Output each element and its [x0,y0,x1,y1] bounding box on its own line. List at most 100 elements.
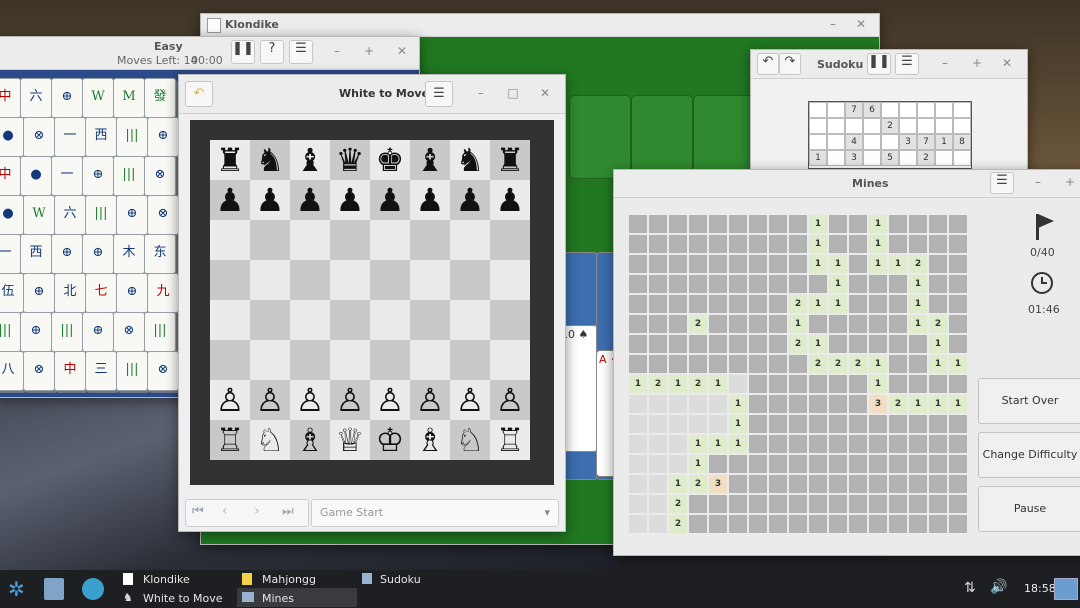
chess-square[interactable] [290,260,330,300]
pause-button[interactable]: ❚❚ [867,53,891,75]
mine-cell[interactable] [769,275,787,293]
mahjongg-tile[interactable]: ||| [85,195,117,235]
mine-cell[interactable] [829,375,847,393]
mahjongg-tile[interactable]: 中 [0,78,21,118]
sudoku-cell[interactable]: 7 [845,102,863,118]
mine-cell[interactable] [909,355,927,373]
sudoku-cell[interactable] [953,118,971,134]
chess-square[interactable]: ♙ [490,380,530,420]
mine-cell[interactable]: 2 [829,355,847,373]
mine-cell[interactable] [729,215,747,233]
chess-square[interactable] [330,260,370,300]
chess-square[interactable] [210,260,250,300]
sudoku-cell[interactable] [827,134,845,150]
mine-cell[interactable] [649,335,667,353]
taskbar-item-mines-active[interactable] [237,588,357,607]
mine-cell[interactable] [669,415,687,433]
mahjongg-tile[interactable]: 西 [20,234,52,274]
mine-cell[interactable] [729,515,747,533]
mahjongg-tile[interactable]: ⊗ [147,195,179,235]
mine-cell[interactable] [789,255,807,273]
mine-cell[interactable] [769,495,787,513]
mahjongg-tile[interactable]: ⊗ [23,351,55,391]
mine-cell[interactable] [769,375,787,393]
mahjongg-tile[interactable]: 中 [54,351,86,391]
mine-cell[interactable] [709,295,727,313]
chess-square[interactable]: ♚ [370,140,410,180]
mine-cell[interactable] [769,295,787,313]
mahjongg-tile[interactable]: ⊗ [147,351,179,391]
chess-square[interactable] [330,340,370,380]
mine-cell[interactable]: 1 [909,315,927,333]
mahjongg-tile[interactable]: ||| [0,312,21,352]
mine-cell[interactable] [929,495,947,513]
menu-button[interactable]: ☰ [289,40,313,64]
chess-square[interactable] [490,300,530,340]
sudoku-cell[interactable] [881,134,899,150]
mine-cell[interactable] [669,295,687,313]
chess-square[interactable] [330,300,370,340]
mine-cell[interactable]: 1 [729,435,747,453]
sudoku-cell[interactable] [935,102,953,118]
sudoku-cell[interactable] [917,118,935,134]
sudoku-cell[interactable]: 7 [917,134,935,150]
mine-cell[interactable] [709,215,727,233]
mine-cell[interactable] [809,455,827,473]
mahjongg-tile[interactable]: ⊕ [23,273,55,313]
mine-cell[interactable] [629,275,647,293]
mine-cell[interactable]: 2 [689,375,707,393]
mine-cell[interactable] [669,215,687,233]
chess-square[interactable] [210,220,250,260]
mahjongg-tile[interactable]: ||| [113,156,145,196]
mahjongg-tile[interactable]: ||| [51,312,83,352]
mine-cell[interactable]: 2 [909,255,927,273]
mine-cell[interactable] [729,235,747,253]
mine-cell[interactable]: 1 [789,315,807,333]
chess-square[interactable] [250,300,290,340]
mine-cell[interactable] [809,415,827,433]
chess-square[interactable]: ♟ [250,180,290,220]
mine-cell[interactable] [889,515,907,533]
foundation-slot[interactable] [693,95,755,179]
mine-cell[interactable] [709,335,727,353]
mahjongg-tile[interactable]: ⊗ [144,156,176,196]
mine-cell[interactable] [749,375,767,393]
foundation-slot[interactable] [569,95,631,179]
mine-cell[interactable] [789,515,807,533]
mine-cell[interactable] [669,435,687,453]
mine-cell[interactable] [649,315,667,333]
mine-cell[interactable]: 1 [949,395,967,413]
mine-cell[interactable] [729,495,747,513]
mine-cell[interactable]: 1 [809,295,827,313]
mine-cell[interactable] [829,395,847,413]
move-history-select[interactable]: Game Start ▾ [311,499,559,527]
previous-move-icon[interactable]: ‹ [222,503,228,519]
chess-square[interactable]: ♗ [290,420,330,460]
mahjongg-tile[interactable]: 东 [144,234,176,274]
mine-cell[interactable] [889,215,907,233]
mine-cell[interactable] [829,415,847,433]
change-difficulty-button[interactable]: Change Difficulty [978,432,1080,478]
mine-cell[interactable] [849,255,867,273]
mine-cell[interactable] [789,395,807,413]
chess-square[interactable]: ♝ [410,140,450,180]
mine-cell[interactable] [849,435,867,453]
mine-cell[interactable] [749,415,767,433]
taskbar-item-mahjongg[interactable]: Mahjongg [262,573,316,586]
mine-cell[interactable] [629,415,647,433]
mahjongg-tile[interactable]: 木 [113,234,145,274]
mine-cell[interactable] [689,335,707,353]
mine-cell[interactable] [869,515,887,533]
mine-cell[interactable]: 1 [829,275,847,293]
mine-cell[interactable]: 1 [629,375,647,393]
sudoku-cell[interactable]: 3 [845,150,863,166]
chess-square[interactable]: ♙ [370,380,410,420]
mine-cell[interactable]: 1 [729,395,747,413]
mine-cell[interactable] [909,435,927,453]
mine-cell[interactable] [869,315,887,333]
sudoku-cell[interactable] [899,102,917,118]
chess-square[interactable] [410,340,450,380]
mine-cell[interactable] [629,515,647,533]
mahjongg-tile[interactable]: W [82,78,114,118]
mine-cell[interactable] [649,415,667,433]
